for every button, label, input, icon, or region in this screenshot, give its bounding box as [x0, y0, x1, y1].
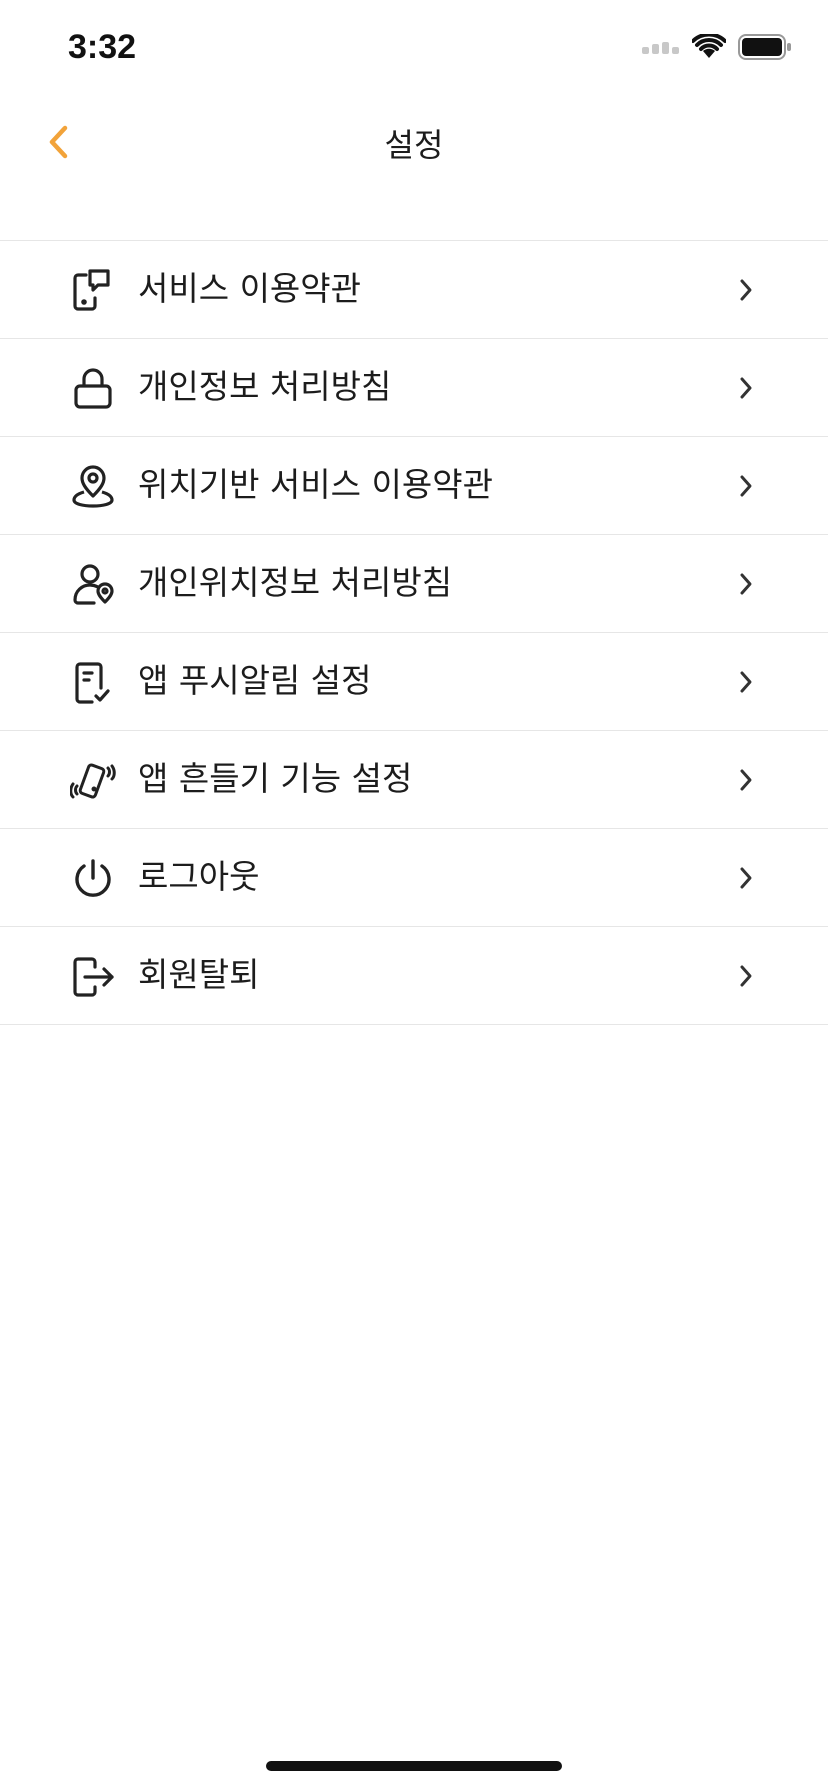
- status-icons: [642, 34, 792, 60]
- settings-item-privacy-policy[interactable]: 개인정보 처리방침: [0, 339, 828, 437]
- settings-item-location-privacy[interactable]: 개인위치정보 처리방침: [0, 535, 828, 633]
- status-bar: 3:32: [0, 0, 828, 96]
- settings-item-label: 앱 푸시알림 설정: [138, 661, 372, 700]
- chevron-right-icon: [734, 373, 758, 403]
- wifi-icon: [692, 34, 726, 60]
- settings-item-label: 개인정보 처리방침: [138, 367, 392, 406]
- chevron-right-icon: [734, 275, 758, 305]
- power-icon: [70, 856, 116, 902]
- chevron-right-icon: [734, 667, 758, 697]
- logout-icon: [70, 954, 116, 1000]
- chevron-right-icon: [734, 765, 758, 795]
- battery-icon: [738, 34, 792, 60]
- status-time: 3:32: [68, 28, 137, 66]
- settings-item-label: 개인위치정보 처리방침: [138, 563, 453, 602]
- settings-item-label: 위치기반 서비스 이용약관: [138, 465, 493, 504]
- location-pin-icon: [70, 464, 116, 510]
- settings-item-label: 앱 흔들기 기능 설정: [138, 759, 413, 798]
- navigation-bar: 설정: [0, 96, 828, 192]
- lock-icon: [70, 366, 116, 412]
- settings-item-shake-feature[interactable]: 앱 흔들기 기능 설정: [0, 731, 828, 829]
- page-title: 설정: [384, 126, 444, 164]
- settings-item-label: 로그아웃: [138, 857, 260, 896]
- settings-item-withdraw[interactable]: 회원탈퇴: [0, 927, 828, 1025]
- notification-check-icon: [70, 660, 116, 706]
- settings-item-label: 서비스 이용약관: [138, 269, 362, 308]
- chevron-right-icon: [734, 569, 758, 599]
- user-location-icon: [70, 562, 116, 608]
- chevron-right-icon: [734, 471, 758, 501]
- chevron-right-icon: [734, 961, 758, 991]
- chevron-right-icon: [734, 863, 758, 893]
- cellular-signal-icon: [642, 40, 680, 54]
- settings-item-label: 회원탈퇴: [138, 955, 260, 994]
- settings-item-terms-of-service[interactable]: 서비스 이용약관: [0, 241, 828, 339]
- phone-shake-icon: [70, 758, 116, 804]
- settings-item-logout[interactable]: 로그아웃: [0, 829, 828, 927]
- settings-item-location-terms[interactable]: 위치기반 서비스 이용약관: [0, 437, 828, 535]
- home-indicator[interactable]: [266, 1761, 562, 1771]
- settings-item-push-notifications[interactable]: 앱 푸시알림 설정: [0, 633, 828, 731]
- settings-list: 서비스 이용약관 개인정보 처리방침 위치기반 서비스 이용약관 개인위치정보 …: [0, 240, 828, 1025]
- phone-message-icon: [70, 268, 116, 314]
